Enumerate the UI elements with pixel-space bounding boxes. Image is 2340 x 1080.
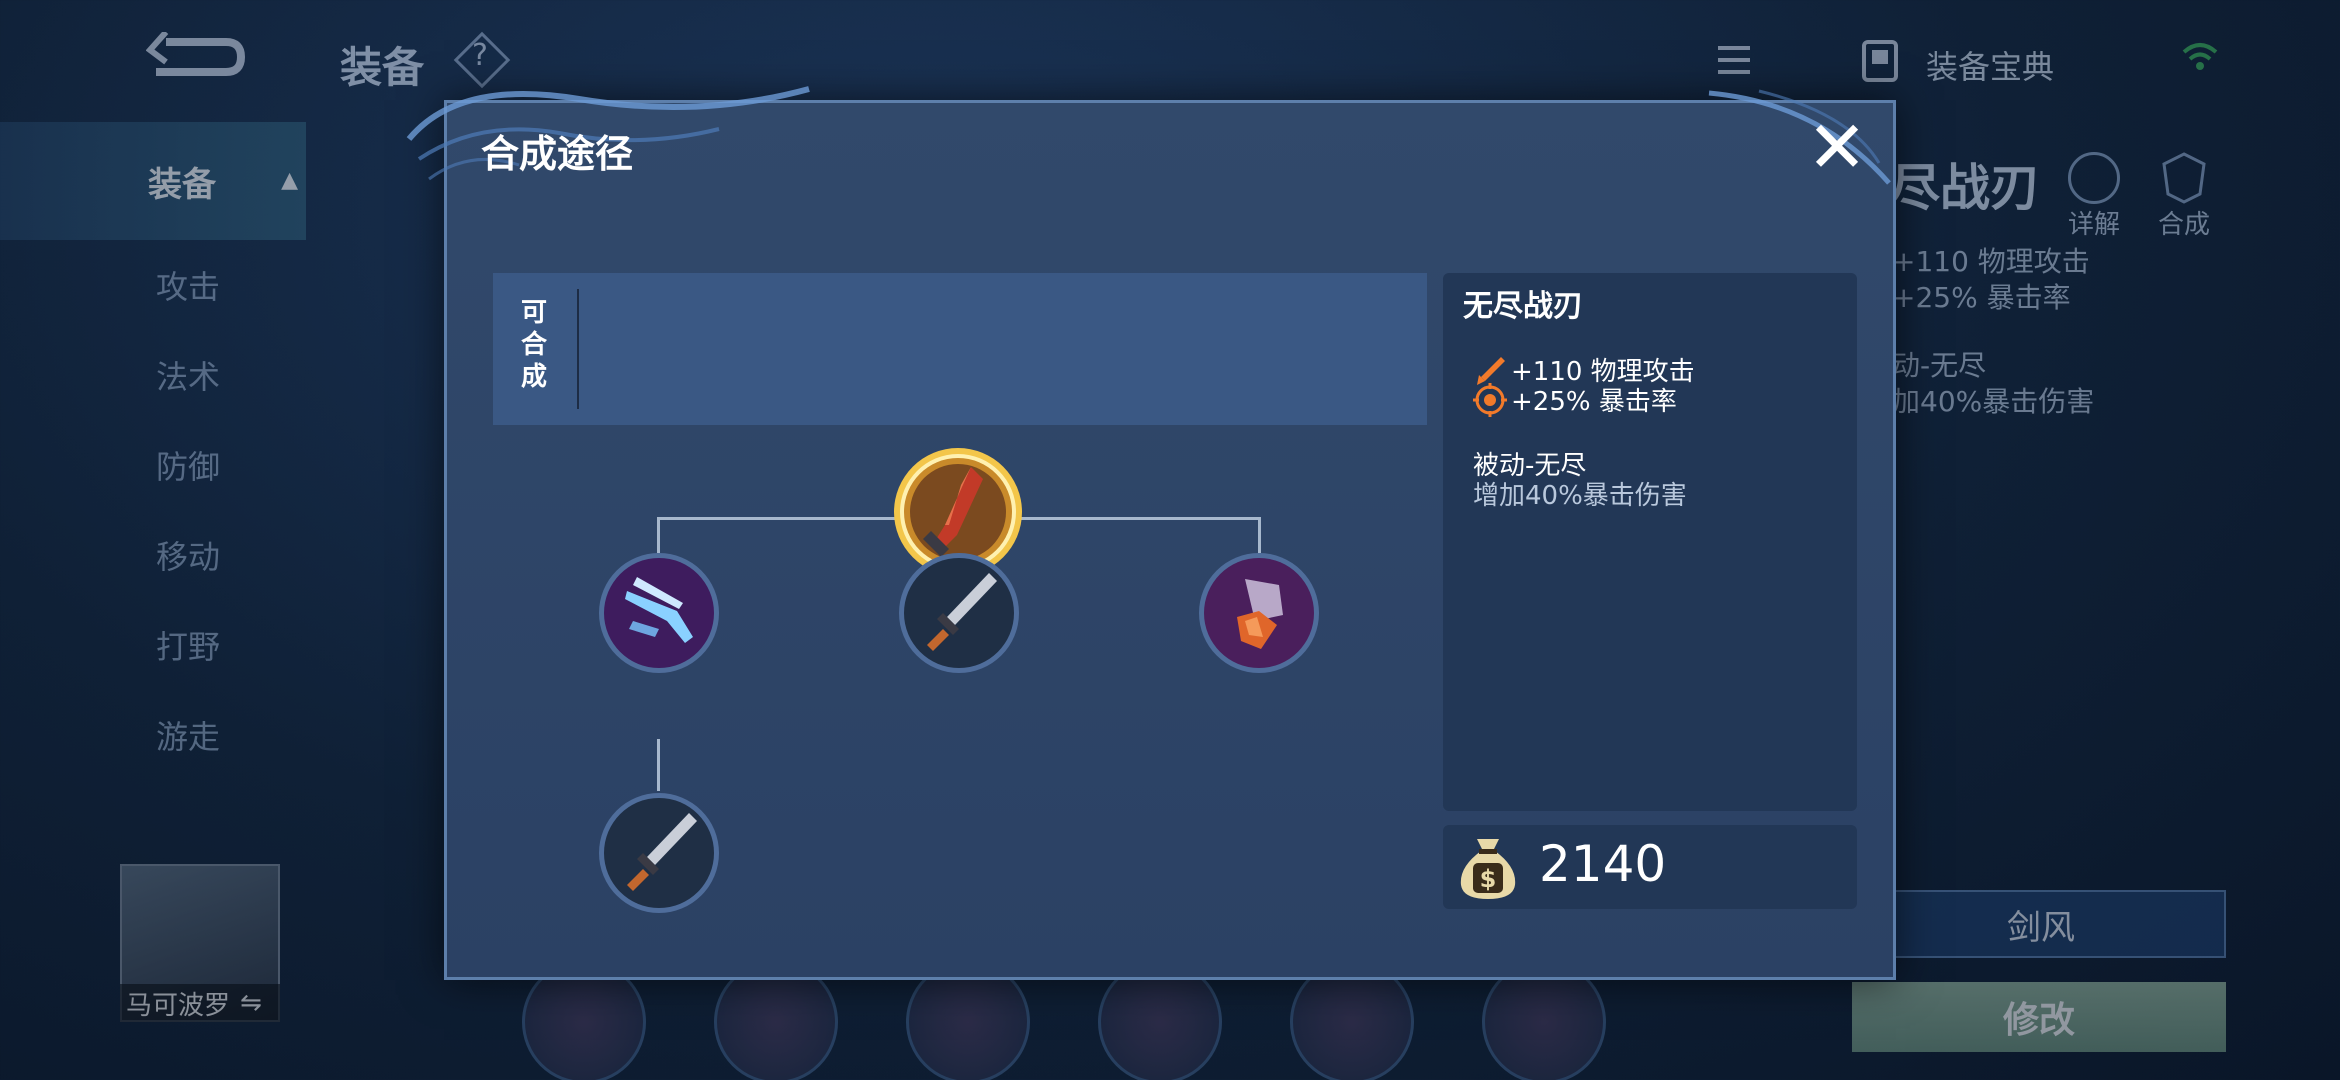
stat-text: +25% 暴击率	[1511, 387, 1677, 417]
craftable-label: 可合成	[520, 298, 547, 392]
synth-shield-icon[interactable]	[2158, 150, 2210, 206]
sidebar-item-magic[interactable]: 法术	[0, 330, 306, 420]
bg-stat-1: +110 物理攻击	[1892, 245, 2090, 278]
money-bag-icon: $	[1460, 839, 1516, 899]
iron-sword-icon[interactable]	[597, 791, 721, 915]
bg-passive-desc: 加40%暴击伤害	[1892, 385, 2095, 418]
caret-up-icon: ▲	[281, 168, 298, 193]
crit-rate-icon	[1473, 382, 1507, 417]
blue-storm-claw-icon[interactable]	[597, 551, 721, 675]
detail-label[interactable]: 详解	[2068, 204, 2120, 241]
craftable-divider	[577, 289, 579, 409]
close-icon[interactable]: ✕	[1807, 111, 1867, 183]
stat-row: +25% 暴击率	[1473, 381, 1677, 418]
hero-name-bar[interactable]: 马可波罗 ⇋	[120, 984, 280, 1022]
back-arrow-icon[interactable]	[146, 32, 246, 82]
synth-label[interactable]: 合成	[2158, 204, 2210, 241]
codex-book-icon[interactable]	[1860, 38, 1900, 84]
wifi-signal-icon	[2182, 43, 2218, 70]
tree-connector	[657, 739, 660, 791]
modal-title: 合成途径	[481, 132, 634, 176]
synthesis-path-modal: 合成途径 ✕ 可合成 无尽战刃 +110 物理攻击 +25% 暴击率 被动-无尽…	[406, 86, 1896, 980]
item-name: 无尽战刃	[1463, 289, 1583, 324]
sidebar-item-equipment[interactable]: 装备 ▲	[0, 122, 306, 240]
hero-name: 马可波罗	[126, 990, 231, 1021]
purple-gauntlet-icon[interactable]	[1197, 551, 1321, 675]
category-sidebar: 装备 ▲ 攻击 法术 防御 移动 打野 游走	[0, 122, 306, 780]
tree-connector	[657, 517, 660, 553]
help-question-mark: ?	[472, 38, 488, 73]
price-panel: $ 2140	[1443, 825, 1857, 909]
sidebar-item-jungle[interactable]: 打野	[0, 600, 306, 690]
iron-sword-icon[interactable]	[897, 551, 1021, 675]
sidebar-item-attack[interactable]: 攻击	[0, 240, 306, 330]
sword-wind-button[interactable]: 剑风	[1856, 890, 2226, 958]
bg-passive-title: 动-无尽	[1892, 349, 1987, 382]
play-detail-icon[interactable]	[2068, 152, 2120, 204]
sidebar-item-roam[interactable]: 游走	[0, 690, 306, 780]
sidebar-item-defense[interactable]: 防御	[0, 420, 306, 510]
selected-item-title: 尽战刃	[1890, 159, 2040, 217]
codex-label[interactable]: 装备宝典	[1926, 42, 2054, 88]
passive-description: 增加40%暴击伤害	[1473, 481, 1687, 511]
list-menu-icon[interactable]	[1710, 36, 1758, 84]
item-info-panel: 无尽战刃 +110 物理攻击 +25% 暴击率 被动-无尽 增加40%暴击伤害	[1443, 273, 1857, 811]
modify-button[interactable]: 修改	[1852, 982, 2226, 1052]
swap-icon: ⇋	[240, 988, 262, 1018]
sidebar-item-movement[interactable]: 移动	[0, 510, 306, 600]
sidebar-item-label: 装备	[148, 164, 216, 205]
bg-stat-2: +25% 暴击率	[1892, 281, 2071, 314]
coin-glyph: $	[1480, 865, 1497, 893]
item-price: 2140	[1539, 835, 1667, 893]
craftable-panel: 可合成	[493, 273, 1427, 425]
decorative-swirl-icon	[1708, 89, 1891, 185]
tree-connector	[1258, 517, 1261, 553]
